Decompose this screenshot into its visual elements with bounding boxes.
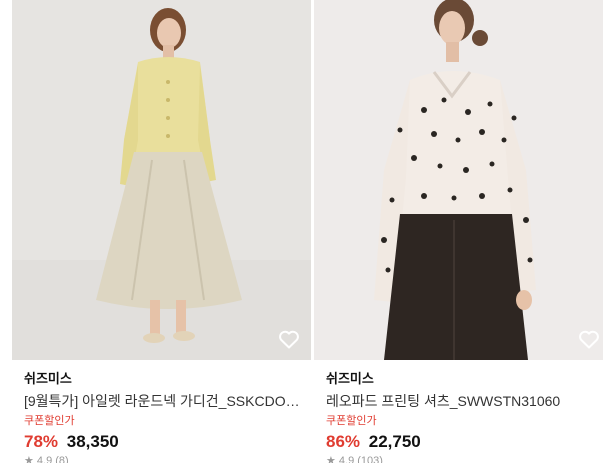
product-info: 쉬즈미스 레오파드 프린팅 셔츠_SWWSTN31060 쿠폰할인가 86% 2… <box>326 370 595 463</box>
product-image[interactable] <box>12 0 311 360</box>
wishlist-heart-icon[interactable] <box>577 327 601 351</box>
wishlist-heart-icon[interactable] <box>277 327 301 351</box>
brand-name[interactable]: 쉬즈미스 <box>24 370 303 388</box>
product-info: 쉬즈미스 [9월특가] 아일렛 라운드넥 가디건_SSKCDO… 쿠폰할인가 7… <box>24 370 303 463</box>
sale-price: 22,750 <box>368 432 421 451</box>
product-image[interactable] <box>314 0 603 360</box>
coupon-label: 쿠폰할인가 <box>24 415 75 427</box>
rating: ★ 4.9 (8) <box>24 455 69 463</box>
rating: ★ 4.9 (103) <box>326 455 383 463</box>
discount-rate: 86% <box>326 432 361 451</box>
discount-rate: 78% <box>24 432 59 451</box>
brand-name[interactable]: 쉬즈미스 <box>326 370 595 388</box>
product-title[interactable]: 레오파드 프린팅 셔츠_SWWSTN31060 <box>326 392 595 410</box>
product-card[interactable]: 쉬즈미스 레오파드 프린팅 셔츠_SWWSTN31060 쿠폰할인가 86% 2… <box>314 0 603 463</box>
product-card[interactable]: 쉬즈미스 [9월특가] 아일렛 라운드넥 가디건_SSKCDO… 쿠폰할인가 7… <box>12 0 311 463</box>
price-row: 78% 38,350 <box>24 431 303 453</box>
price-row: 86% 22,750 <box>326 431 595 453</box>
product-title[interactable]: [9월특가] 아일렛 라운드넥 가디건_SSKCDO… <box>24 392 303 410</box>
product-photo-leopard-shirt <box>314 0 603 360</box>
coupon-label: 쿠폰할인가 <box>326 415 377 427</box>
sale-price: 38,350 <box>66 432 119 451</box>
product-photo-cardigan <box>12 0 311 360</box>
